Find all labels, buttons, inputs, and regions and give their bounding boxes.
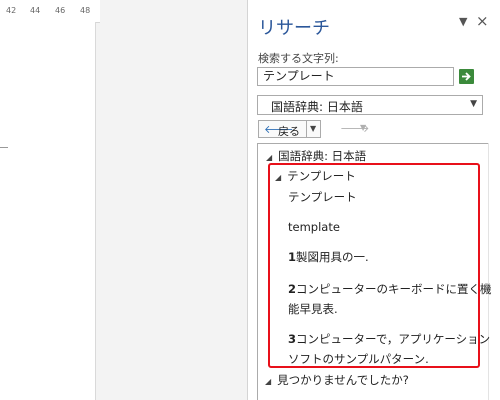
back-button[interactable]: 🡐 戻る ▼ (258, 120, 321, 138)
definition-3-cont: ソフトのサンプルパターン. (288, 352, 429, 366)
definition-2-cont: 能早見表. (288, 302, 338, 316)
results-section-title: 国語辞典: 日本語 (278, 149, 367, 163)
collapse-triangle-icon[interactable]: ◢ (265, 377, 271, 386)
pane-options-icon[interactable]: ▼ (459, 15, 467, 28)
ruler-tick: 46 (55, 6, 66, 15)
arrow-right-icon (462, 72, 471, 81)
not-found-title: 見つかりませんでしたか? (277, 373, 409, 387)
ruler-tick: 44 (30, 6, 41, 15)
document-page[interactable] (0, 22, 96, 400)
search-label: 検索する文字列: (258, 52, 339, 65)
close-icon[interactable]: × (476, 12, 489, 30)
forward-button[interactable]: 🡒 ▼ (332, 120, 370, 138)
pane-title: リサーチ (258, 18, 330, 39)
definition-2: 2コンピューターのキーボードに置く機 (288, 279, 492, 299)
entry-header[interactable]: ◢ テンプレート (275, 168, 356, 184)
button-divider (306, 121, 307, 137)
entry-title: テンプレート (287, 169, 356, 183)
horizontal-ruler: 42 44 46 48 (0, 0, 100, 23)
definition-1: 1製図用具の一. (288, 247, 369, 267)
truncated-content (285, 394, 395, 400)
not-found-section[interactable]: ◢ 見つかりませんでしたか? (265, 372, 409, 388)
search-input[interactable]: テンプレート (257, 67, 454, 86)
selected-source: 国語辞典: 日本語 (271, 100, 363, 114)
definition-text: コンピューターのキーボードに置く機 (296, 282, 492, 296)
chevron-down-icon[interactable]: ▼ (360, 123, 366, 132)
entry-reading: テンプレート (288, 190, 357, 204)
chevron-down-icon: ▼ (470, 99, 477, 109)
collapse-triangle-icon[interactable]: ◢ (266, 153, 272, 162)
definition-text: コンピューターで，アプリケーション (296, 332, 491, 346)
document-area: 42 44 46 48 (0, 0, 247, 400)
back-label: 戻る (278, 125, 300, 138)
definition-number: 3 (288, 332, 297, 346)
results-section-header[interactable]: ◢ 国語辞典: 日本語 (266, 148, 366, 164)
chevron-down-icon[interactable]: ▼ (310, 124, 316, 133)
page-margin-mark (0, 147, 8, 148)
entry-english: template (288, 220, 340, 234)
ruler-tick: 48 (80, 6, 91, 15)
definition-number: 2 (288, 282, 297, 296)
start-search-button[interactable] (459, 69, 474, 84)
reference-source-select[interactable]: 国語辞典: 日本語 ▼ (257, 95, 483, 115)
definition-text: 製図用具の一. (296, 250, 369, 264)
ruler-tick: 42 (6, 6, 17, 15)
definition-number: 1 (288, 250, 297, 264)
results-scrollbar[interactable] (488, 143, 500, 400)
collapse-triangle-icon[interactable]: ◢ (275, 173, 281, 182)
definition-3: 3コンピューターで，アプリケーション (288, 329, 490, 349)
